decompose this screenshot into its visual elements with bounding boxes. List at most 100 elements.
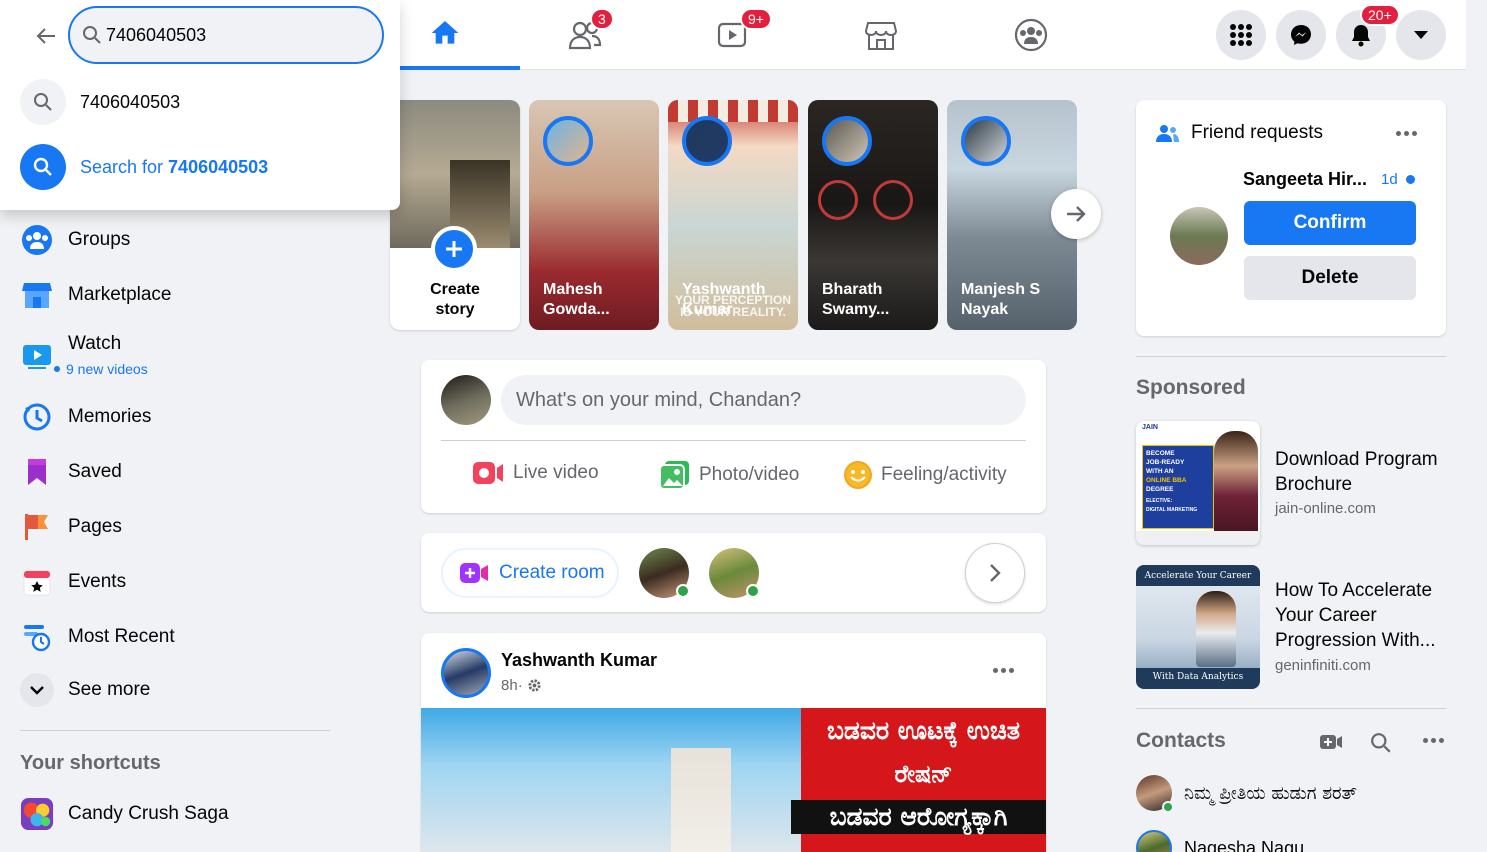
sidebar-item-watch[interactable]: Watch 9 new videos xyxy=(20,330,148,377)
search-icon xyxy=(20,144,66,190)
gauge-right xyxy=(873,180,913,220)
sidebar-item-saved[interactable]: Saved xyxy=(20,455,122,489)
search-field[interactable] xyxy=(68,6,384,64)
friends-badge: 3 xyxy=(590,8,614,30)
smiley-icon xyxy=(844,461,872,489)
search-icon xyxy=(1371,733,1391,753)
menu-button[interactable] xyxy=(1216,10,1266,60)
contact-item[interactable]: ನಿಮ್ಮ ಪ್ರೀತಿಯ ಹುಡುಗ ಶರತ್ xyxy=(1136,775,1357,813)
live-video-button[interactable]: Live video xyxy=(471,460,599,486)
sidebar-item-label: Groups xyxy=(68,229,131,250)
search-dropdown: 7406040503 Search for 7406040503 xyxy=(0,0,400,210)
candy-crush-icon xyxy=(20,797,54,831)
arrow-right-icon xyxy=(1067,206,1086,222)
search-input[interactable] xyxy=(106,24,366,46)
add-story-button[interactable] xyxy=(431,226,477,272)
confirm-button[interactable]: Confirm xyxy=(1244,201,1416,245)
sidebar-item-marketplace[interactable]: Marketplace xyxy=(20,278,172,312)
avatar xyxy=(1136,830,1172,852)
sidebar-item-label: Candy Crush Saga xyxy=(68,803,229,824)
create-story-card[interactable]: Create story xyxy=(390,100,520,330)
story-name: Yashwanth Kumar xyxy=(682,281,766,318)
post-options-button[interactable] xyxy=(993,668,1014,673)
dot xyxy=(1423,738,1428,743)
delete-button[interactable]: Delete xyxy=(1244,256,1416,300)
feeling-button[interactable]: Feeling/activity xyxy=(843,460,1007,490)
banner-line-3: ಬಡವರ ಆರೋಗ್ಯಕ್ಕಾಗಿ xyxy=(791,800,1046,834)
rooms-next-button[interactable] xyxy=(965,543,1025,603)
create-room-button[interactable]: Create room xyxy=(441,548,619,598)
search-for-prefix: Search for xyxy=(80,156,169,177)
sponsored-ad[interactable]: JAIN BECOME JOB-READY WITH AN ONLINE BBA… xyxy=(1136,421,1446,545)
post-time-separator: · xyxy=(517,677,523,694)
contact-name: ನಿಮ್ಮ ಪ್ರೀತಿಯ ಹುಡುಗ ಶರತ್ xyxy=(1184,782,1357,804)
search-for-option[interactable]: Search for 7406040503 xyxy=(20,144,380,190)
account-button[interactable] xyxy=(1396,10,1446,60)
avatar xyxy=(682,116,732,166)
story-card[interactable]: Mahesh Gowda... xyxy=(529,100,659,330)
video-plus-icon xyxy=(460,563,488,583)
contact-avatar xyxy=(1136,775,1174,813)
home-icon xyxy=(431,21,459,44)
back-button[interactable] xyxy=(30,20,62,52)
avatar[interactable] xyxy=(441,648,491,698)
shortcut-candy-crush[interactable]: Candy Crush Saga xyxy=(20,797,229,831)
tab-groups[interactable] xyxy=(956,0,1106,70)
search-icon xyxy=(20,79,66,125)
friends-icon xyxy=(1156,125,1179,142)
sidebar-item-memories[interactable]: Memories xyxy=(20,400,151,434)
notifications-button[interactable]: 20+ xyxy=(1336,4,1400,60)
sidebar-item-events[interactable]: Events xyxy=(20,565,126,599)
live-video-icon xyxy=(473,462,503,484)
marketplace-icon xyxy=(20,278,54,312)
contacts-search-button[interactable] xyxy=(1370,732,1392,759)
unread-dot-icon xyxy=(1405,175,1415,184)
avatar[interactable] xyxy=(1170,207,1228,265)
search-suggestion[interactable]: 7406040503 xyxy=(20,79,380,125)
search-for-query: 7406040503 xyxy=(168,156,269,177)
avatar[interactable] xyxy=(441,375,491,425)
chevron-right-icon xyxy=(990,564,1001,582)
online-indicator xyxy=(746,584,760,598)
friend-requests-options[interactable] xyxy=(1396,131,1417,136)
tab-friends[interactable]: 3 xyxy=(510,0,660,70)
caret-down-icon xyxy=(1414,31,1428,39)
sidebar-see-more[interactable]: See more xyxy=(20,673,150,707)
post-author[interactable]: Yashwanth Kumar xyxy=(501,650,657,671)
tab-watch[interactable]: 9+ xyxy=(658,0,808,70)
story-card[interactable]: YOUR PERCEPTION IS YOUR REALITY. Yashwan… xyxy=(668,100,798,330)
new-room-button[interactable] xyxy=(1319,733,1343,756)
dot xyxy=(1396,131,1401,136)
suggestion-text: 7406040503 xyxy=(80,91,181,112)
ad-image-line-5: DEGREE xyxy=(1146,486,1174,493)
online-indicator xyxy=(676,584,690,598)
avatar xyxy=(822,116,872,166)
clock-icon xyxy=(20,400,54,434)
right-divider xyxy=(1136,356,1446,357)
feed-clock-icon xyxy=(20,620,54,654)
post-time[interactable]: 8h xyxy=(501,677,518,694)
composer-input[interactable]: What's on your mind, Chandan? xyxy=(501,375,1026,425)
online-indicator xyxy=(1162,801,1174,813)
ad-image-text-block: BECOME JOB-READY WITH AN ONLINE BBA DEGR… xyxy=(1142,445,1214,529)
post-composer: What's on your mind, Chandan? Live video… xyxy=(421,360,1046,513)
friend-requests-title[interactable]: Friend requests xyxy=(1191,122,1323,144)
sponsored-ad[interactable]: Accelerate Your Career With Data Analyti… xyxy=(1136,565,1446,689)
tab-marketplace[interactable] xyxy=(806,0,956,70)
story-awning xyxy=(668,100,798,122)
stories-next-button[interactable] xyxy=(1051,189,1101,239)
sidebar-item-most-recent[interactable]: Most Recent xyxy=(20,620,175,654)
requester-name[interactable]: Sangeeta Hir... xyxy=(1243,169,1367,190)
contacts-options-button[interactable] xyxy=(1423,738,1444,743)
story-card[interactable]: Bharath Swamy... xyxy=(808,100,938,330)
sidebar-item-label: Pages xyxy=(68,516,122,537)
post-image[interactable]: ಬಡವರ ಊಟಕ್ಕೆ ಉಚಿತ ರೇಷನ್ ಬಡವರ ಆರೋಗ್ಯಕ್ಕಾಗಿ xyxy=(421,708,1046,852)
photo-video-button[interactable]: Photo/video xyxy=(659,460,799,490)
search-icon xyxy=(83,26,101,44)
story-name: Bharath Swamy... xyxy=(822,281,890,318)
contact-item[interactable]: Nagesha Nagu xyxy=(1136,830,1304,852)
sidebar-item-groups[interactable]: Groups xyxy=(20,223,130,257)
image-figure xyxy=(671,748,731,852)
messenger-button[interactable] xyxy=(1276,10,1326,60)
sidebar-item-pages[interactable]: Pages xyxy=(20,510,122,544)
